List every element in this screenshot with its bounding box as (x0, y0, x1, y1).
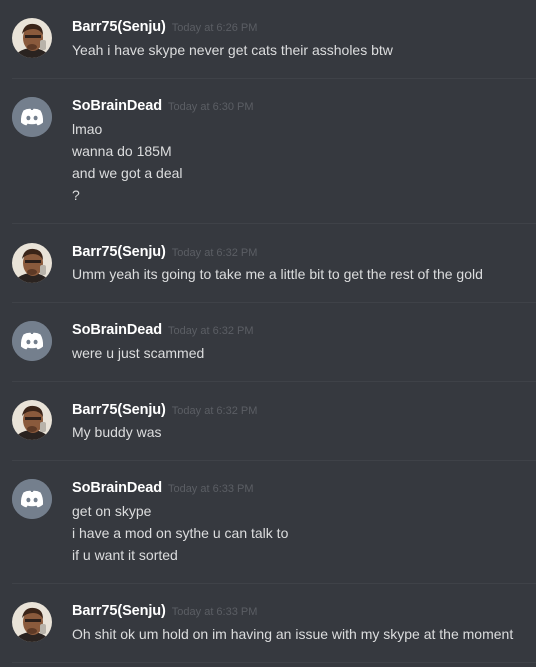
message-author[interactable]: Barr75(Senju) (72, 603, 166, 619)
discord-logo-avatar[interactable] (12, 321, 52, 361)
user-photo-avatar[interactable] (12, 243, 52, 283)
message-divider (12, 302, 536, 303)
message-divider (12, 583, 536, 584)
user-photo-avatar[interactable] (12, 18, 52, 58)
message-timestamp: Today at 6:32 PM (167, 325, 254, 337)
message-author[interactable]: Barr75(Senju) (72, 402, 166, 418)
message-timestamp: Today at 6:33 PM (167, 483, 254, 495)
message-line: were u just scammed (72, 345, 205, 361)
user-photo-avatar[interactable] (12, 602, 52, 642)
message-divider (12, 460, 536, 461)
message-author[interactable]: Barr75(Senju) (72, 19, 166, 35)
message-line: Umm yeah its going to take me a little b… (72, 266, 483, 282)
message-author[interactable]: SoBrainDead (72, 480, 162, 496)
message-divider (12, 223, 536, 224)
message-author[interactable]: SoBrainDead (72, 98, 162, 114)
message-divider (12, 381, 536, 382)
message-divider (12, 78, 536, 79)
message-author[interactable]: SoBrainDead (72, 322, 162, 338)
message-line: lmao (72, 121, 103, 137)
message-line: and we got a deal (72, 165, 183, 181)
message-line: wanna do 185M (72, 143, 172, 159)
message-line: ? (72, 187, 80, 203)
message-line: i have a mod on sythe u can talk to (72, 525, 289, 541)
user-photo-avatar[interactable] (12, 400, 52, 440)
message-timestamp: Today at 6:26 PM (171, 22, 258, 34)
discord-logo-avatar[interactable] (12, 479, 52, 519)
message-author[interactable]: Barr75(Senju) (72, 244, 166, 260)
message-timestamp: Today at 6:32 PM (171, 247, 258, 259)
message-line: get on skype (72, 503, 152, 519)
message-line: if u want it sorted (72, 547, 178, 563)
message-timestamp: Today at 6:32 PM (171, 405, 258, 417)
message-timestamp: Today at 6:33 PM (171, 606, 258, 618)
message-line: Oh shit ok um hold on im having an issue… (72, 626, 514, 642)
message-divider (12, 662, 536, 663)
message-timestamp: Today at 6:30 PM (167, 101, 254, 113)
chat-messages: Barr75(Senju) Today at 6:26 PM Yeah i hav… (0, 0, 536, 667)
message-line: My buddy was (72, 424, 162, 440)
discord-logo-avatar[interactable] (12, 97, 52, 137)
message-line: Yeah i have skype never get cats their a… (72, 42, 393, 58)
